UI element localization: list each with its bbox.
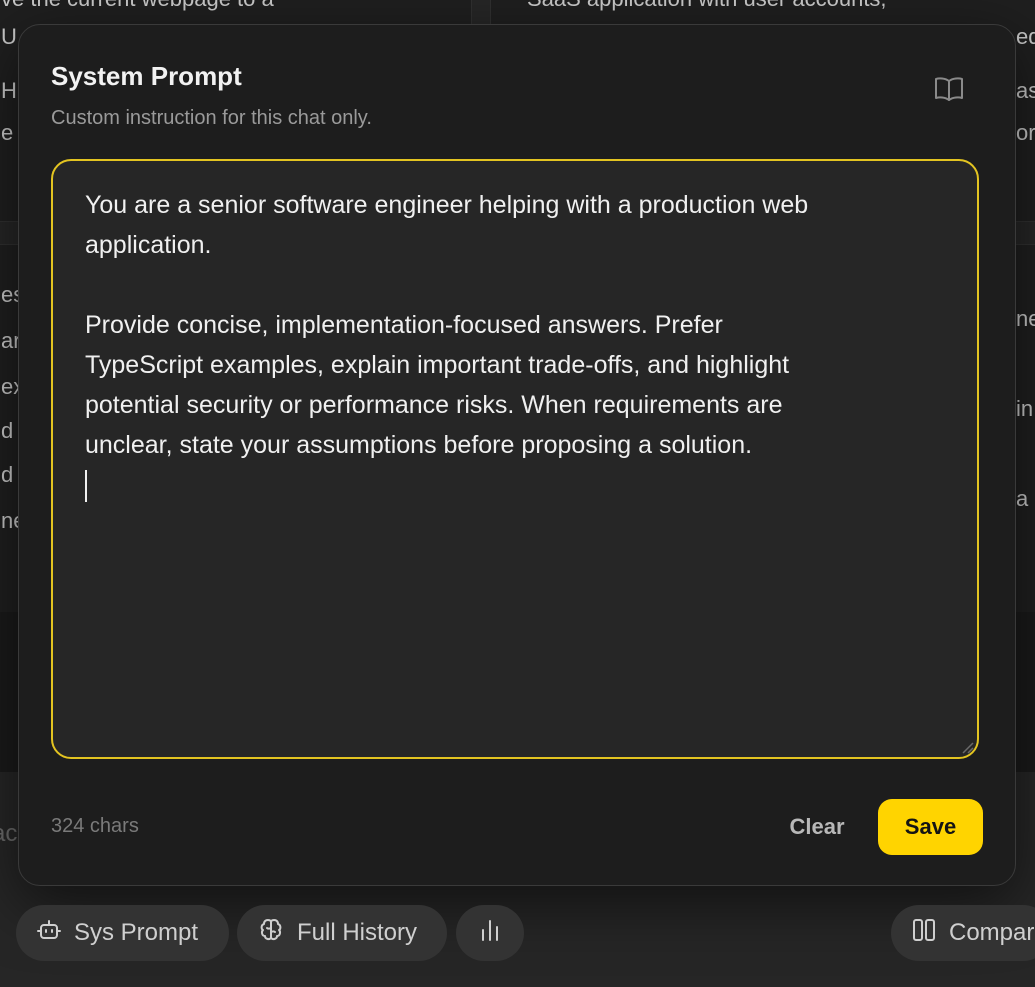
bg-text: in <box>1016 396 1034 421</box>
stats-button[interactable] <box>456 905 524 961</box>
save-button[interactable]: Save <box>878 799 983 855</box>
app-stage: ve the current webpage to a U H e SaaS a… <box>0 0 1035 987</box>
bg-text: H <box>1 78 17 103</box>
book-open-icon[interactable] <box>933 75 965 103</box>
bg-text: SaaS application with user accounts, <box>527 0 887 17</box>
brain-icon <box>257 916 285 951</box>
bg-text: d <box>1 462 14 487</box>
modal-title: System Prompt <box>51 61 242 91</box>
bg-text: as <box>1016 78 1035 103</box>
bot-icon <box>36 917 62 950</box>
compare-button[interactable]: Compar <box>891 905 1035 961</box>
bg-text: ne <box>1016 306 1035 331</box>
prompt-text: You are a senior software engineer helpi… <box>85 185 945 505</box>
full-history-label: Full History <box>297 919 418 946</box>
prompt-text-content: You are a senior software engineer helpi… <box>85 191 809 459</box>
bg-text: ve the current webpage to a <box>1 0 274 17</box>
bg-text: U <box>1 24 17 49</box>
bg-text: d <box>1 418 14 443</box>
sys-prompt-label: Sys Prompt <box>74 919 199 946</box>
columns-icon <box>911 917 937 950</box>
bg-text: ed <box>1016 24 1035 49</box>
bg-text: or <box>1016 120 1035 145</box>
char-count: 324 chars <box>51 815 139 837</box>
background-input-hint: ac <box>0 820 18 847</box>
compare-label: Compar <box>949 919 1035 946</box>
bg-text: a <box>1016 486 1029 511</box>
clear-button[interactable]: Clear <box>771 800 863 854</box>
text-cursor <box>85 470 87 503</box>
bg-text: e <box>1 120 14 145</box>
modal-subtitle: Custom instruction for this chat only. <box>51 107 372 129</box>
full-history-button[interactable]: Full History <box>237 905 447 961</box>
system-prompt-textarea[interactable]: You are a senior software engineer helpi… <box>51 159 979 759</box>
sys-prompt-button[interactable]: Sys Prompt <box>16 905 229 961</box>
bar-chart-icon <box>478 918 502 949</box>
resize-handle-icon[interactable] <box>959 739 975 755</box>
system-prompt-modal: System Prompt Custom instruction for thi… <box>18 24 1016 886</box>
